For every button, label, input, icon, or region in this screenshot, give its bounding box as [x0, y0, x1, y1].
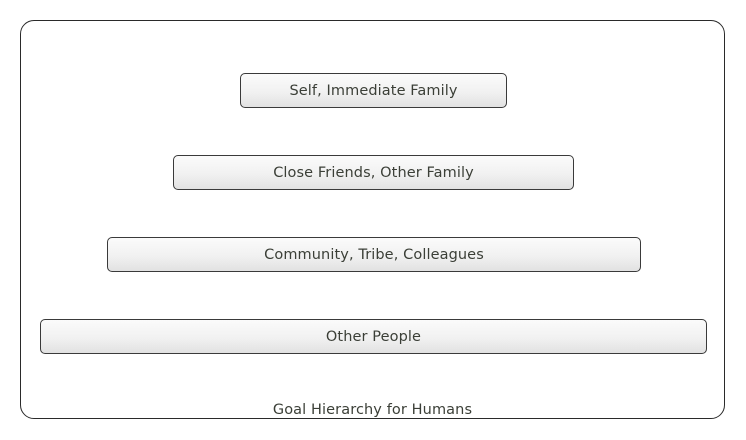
tier-label: Self, Immediate Family	[289, 82, 458, 99]
tier-label: Other People	[325, 328, 422, 345]
tier-community-tribe-colleagues: Community, Tribe, Colleagues	[107, 237, 641, 272]
tier-close-friends-other-family: Close Friends, Other Family	[173, 155, 574, 190]
tier-self-immediate-family: Self, Immediate Family	[240, 73, 507, 108]
tier-other-people: Other People	[40, 319, 707, 354]
tier-label: Community, Tribe, Colleagues	[264, 246, 484, 263]
diagram-caption: Goal Hierarchy for Humans	[272, 402, 473, 418]
tier-label: Close Friends, Other Family	[273, 164, 474, 181]
